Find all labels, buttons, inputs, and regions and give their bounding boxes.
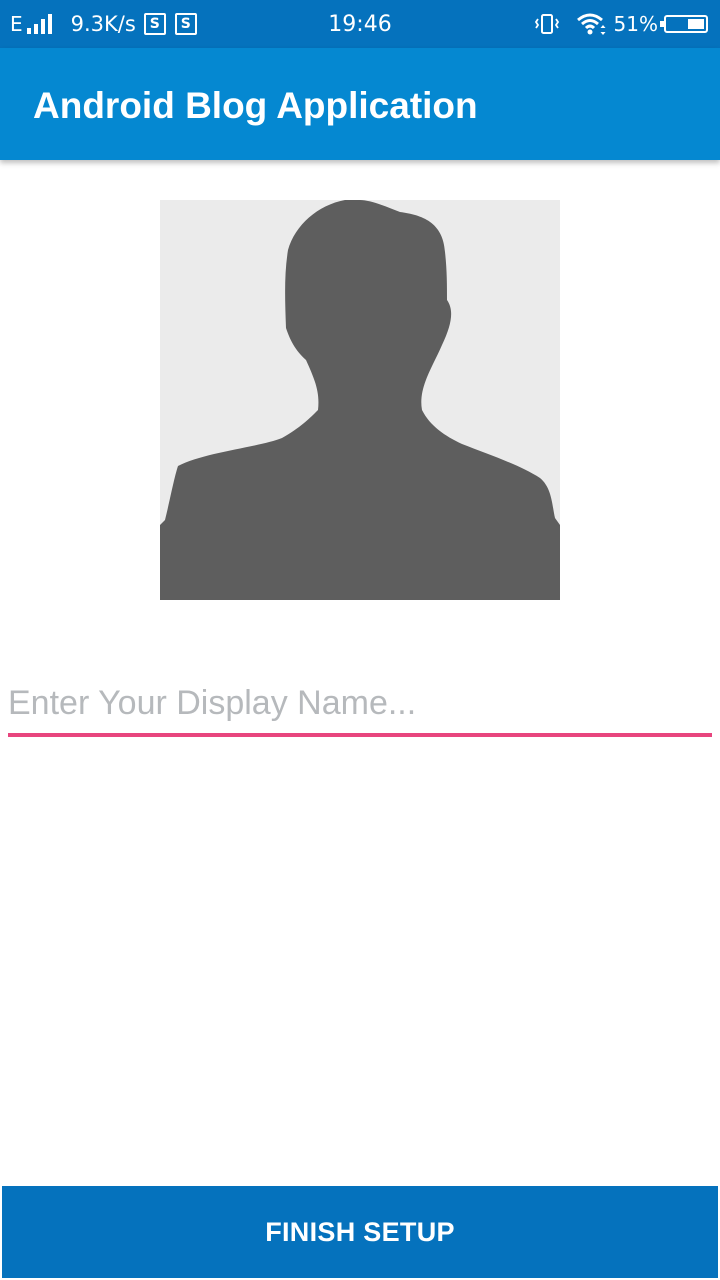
input-underline (8, 733, 712, 737)
app-title: Android Blog Application (33, 85, 478, 126)
person-silhouette-icon (160, 200, 560, 600)
battery-nub (660, 21, 664, 27)
display-name-input[interactable] (8, 674, 712, 732)
profile-avatar[interactable] (160, 200, 560, 600)
app-bar: Android Blog Application (0, 48, 720, 160)
battery-icon (660, 15, 708, 33)
vibrate-icon (534, 14, 559, 34)
status-right-group: 51% (534, 0, 708, 48)
battery-level-fill (687, 19, 704, 29)
status-bar: E 9.3K/s S S 19:46 51% (0, 0, 720, 48)
finish-setup-button[interactable]: FINISH SETUP (2, 1186, 718, 1278)
battery-percent: 51% (613, 12, 658, 36)
wifi-icon (576, 13, 606, 35)
